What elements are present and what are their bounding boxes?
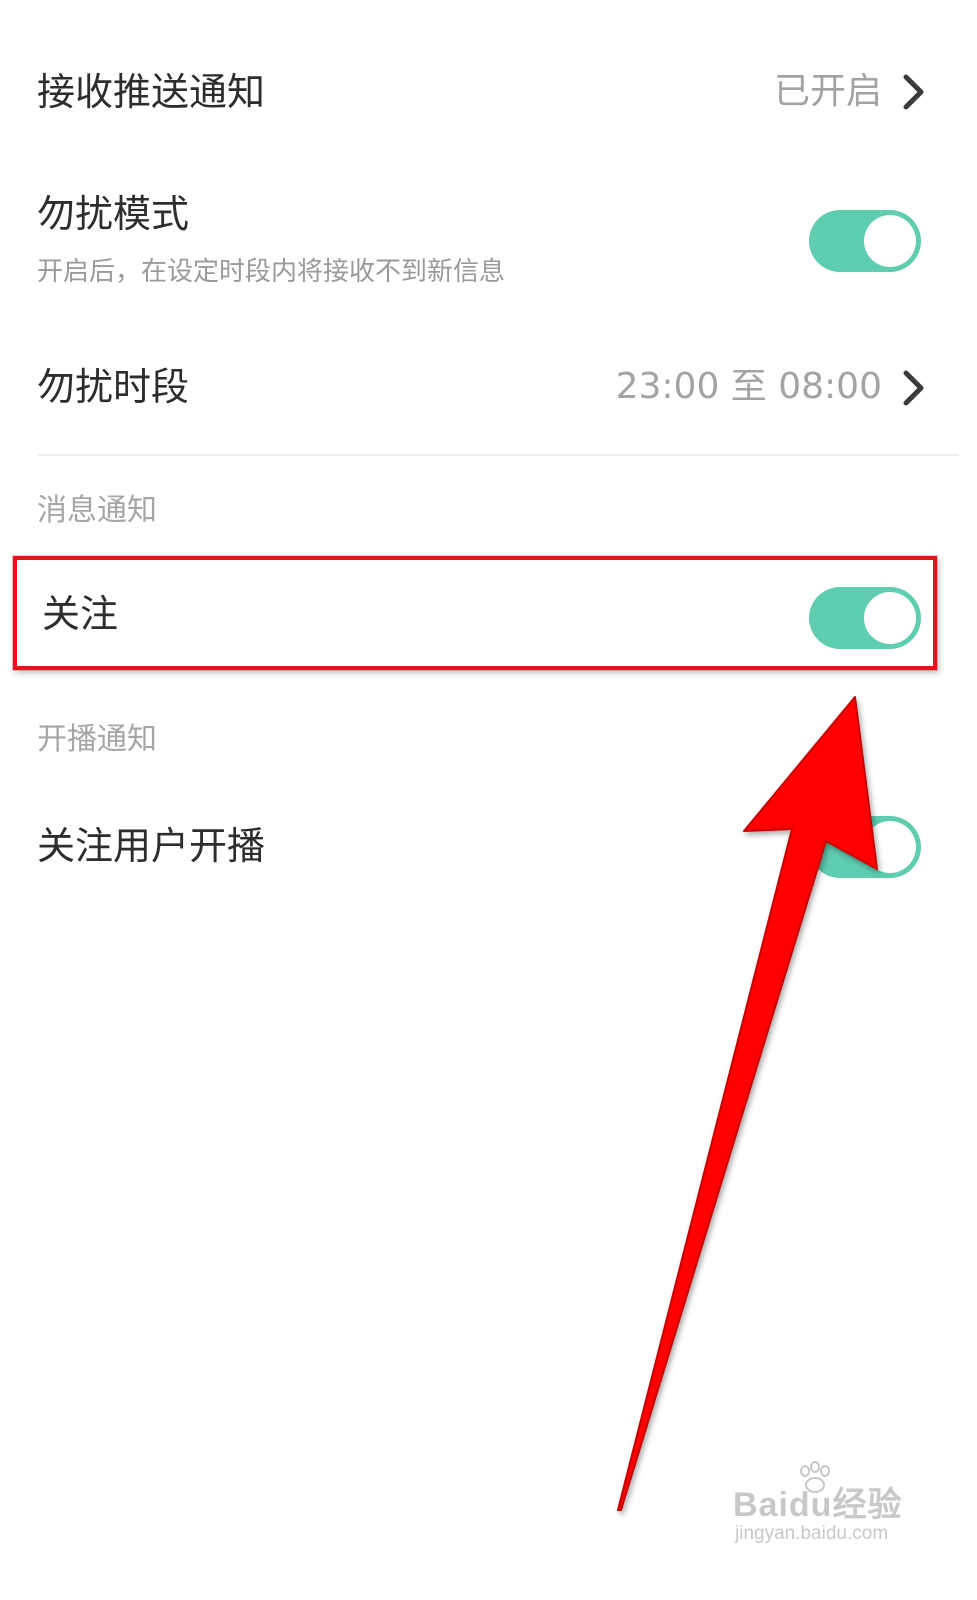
dnd-period-value: 23:00 至 08:00 (615, 366, 882, 407)
push-notification-row[interactable]: 接收推送通知 已开启 (0, 50, 977, 140)
followed-live-row: 关注用户开播 (0, 800, 977, 896)
message-notification-header: 消息通知 (37, 493, 157, 528)
dnd-mode-row: 勿扰模式 开启后，在设定时段内将接收不到新信息 (0, 180, 977, 310)
push-notification-title: 接收推送通知 (37, 70, 266, 114)
section-divider (38, 454, 959, 456)
dnd-period-title: 勿扰时段 (37, 365, 190, 409)
chevron-right-icon (903, 370, 924, 406)
toggle-knob (864, 821, 916, 873)
followed-live-title: 关注用户开播 (37, 824, 266, 868)
chevron-right-icon (903, 74, 924, 110)
dnd-mode-title: 勿扰模式 (37, 192, 190, 236)
watermark-brand: Baidu经验 (733, 1486, 903, 1524)
baidu-jingyan-watermark: Baidu经验 jingyan.baidu.com (733, 1461, 913, 1555)
annotation-highlight-box (13, 556, 937, 670)
dnd-mode-toggle[interactable] (809, 210, 921, 272)
dnd-period-row[interactable]: 勿扰时段 23:00 至 08:00 (0, 345, 977, 435)
dnd-mode-description: 开启后，在设定时段内将接收不到新信息 (37, 257, 506, 287)
live-notification-header: 开播通知 (37, 722, 157, 757)
watermark-url: jingyan.baidu.com (735, 1523, 889, 1544)
followed-live-toggle[interactable] (809, 816, 921, 878)
push-notification-status: 已开启 (773, 71, 882, 112)
toggle-knob (864, 215, 916, 267)
